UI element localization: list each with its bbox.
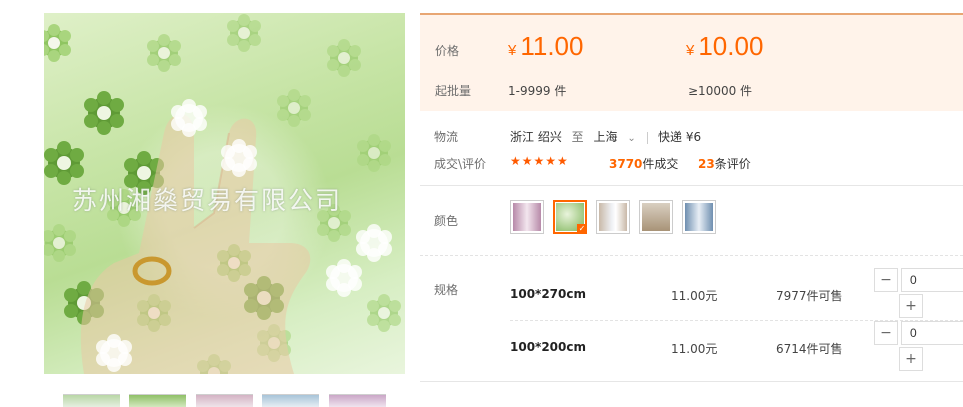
chevron-down-icon: ⌄ — [627, 133, 636, 144]
currency-symbol: ¥ — [508, 42, 517, 59]
color-swatch-pink[interactable] — [510, 200, 544, 234]
color-swatch-green-selected[interactable]: ✓ — [553, 200, 587, 234]
color-label: 颜色 — [434, 214, 459, 228]
divider — [420, 255, 963, 256]
check-icon: ✓ — [577, 224, 587, 234]
sales-summary: 3770件成交 — [609, 155, 678, 172]
swatch-image — [513, 203, 541, 231]
color-swatch-blue[interactable] — [682, 200, 716, 234]
moq-range-1: 1-9999 件 — [508, 84, 567, 98]
divider — [420, 185, 963, 186]
spec-price: 11.00元 — [671, 289, 718, 303]
destination-city: 上海 — [593, 130, 618, 144]
sold-count: 3770 — [609, 157, 643, 171]
thumbnail[interactable] — [196, 394, 253, 407]
spec-name: 100*270cm — [510, 287, 586, 301]
swatch-image — [642, 203, 670, 231]
reviews-label: 成交\评价 — [434, 157, 487, 171]
thumbnail[interactable] — [329, 394, 386, 407]
color-swatch-white[interactable] — [596, 200, 630, 234]
moq-range-2: ≥10000 件 — [688, 84, 753, 98]
plus-button[interactable]: + — [899, 294, 923, 318]
spec-price: 11.00元 — [671, 342, 718, 356]
price-tier-1: ¥11.00 — [508, 31, 583, 62]
divider — [420, 381, 963, 382]
color-swatch-beige[interactable] — [639, 200, 673, 234]
swatch-image — [685, 203, 713, 231]
route-to-word: 至 — [571, 130, 584, 144]
spec-name: 100*200cm — [510, 340, 586, 354]
review-suffix: 条评价 — [714, 157, 751, 171]
logistics-route: 浙江 绍兴 至 上海 ⌄ 快递 ¥6 — [510, 128, 701, 145]
review-link[interactable]: 23条评价 — [698, 155, 751, 172]
swatch-image — [599, 203, 627, 231]
quantity-input[interactable] — [901, 321, 963, 345]
thumbnail[interactable] — [63, 394, 120, 407]
spec-stock: 6714件可售 — [776, 342, 843, 356]
origin-city: 浙江 绍兴 — [510, 130, 562, 144]
quantity-input[interactable] — [901, 268, 963, 292]
price-panel: 价格 ¥11.00 ¥10.00 起批量 1-9999 件 ≥10000 件 — [420, 13, 963, 111]
review-count: 23 — [698, 157, 715, 171]
minus-button[interactable]: − — [874, 321, 898, 345]
destination-select[interactable]: 上海 ⌄ — [594, 130, 638, 144]
main-product-image[interactable]: 苏州湘燊贸易有限公司 — [44, 13, 405, 374]
thumbnail[interactable] — [129, 394, 186, 407]
spec-label: 规格 — [434, 283, 459, 297]
divider — [647, 131, 649, 144]
price-value: 10.00 — [698, 31, 764, 61]
shipping-fee: 快递 ¥6 — [658, 130, 702, 144]
plus-button[interactable]: + — [899, 347, 923, 371]
rating-stars-icon: ★★★★★ — [510, 154, 569, 168]
sold-suffix: 件成交 — [642, 157, 679, 171]
price-tier-2: ¥10.00 — [686, 31, 763, 62]
spec-stock: 7977件可售 — [776, 289, 843, 303]
minus-button[interactable]: − — [874, 268, 898, 292]
price-label: 价格 — [435, 44, 460, 58]
currency-symbol: ¥ — [686, 42, 695, 59]
price-value: 11.00 — [520, 31, 584, 61]
moq-label: 起批量 — [435, 84, 472, 98]
image-watermark: 苏州湘燊贸易有限公司 — [72, 186, 343, 215]
logistics-label: 物流 — [434, 130, 459, 144]
thumbnail[interactable] — [262, 394, 319, 407]
